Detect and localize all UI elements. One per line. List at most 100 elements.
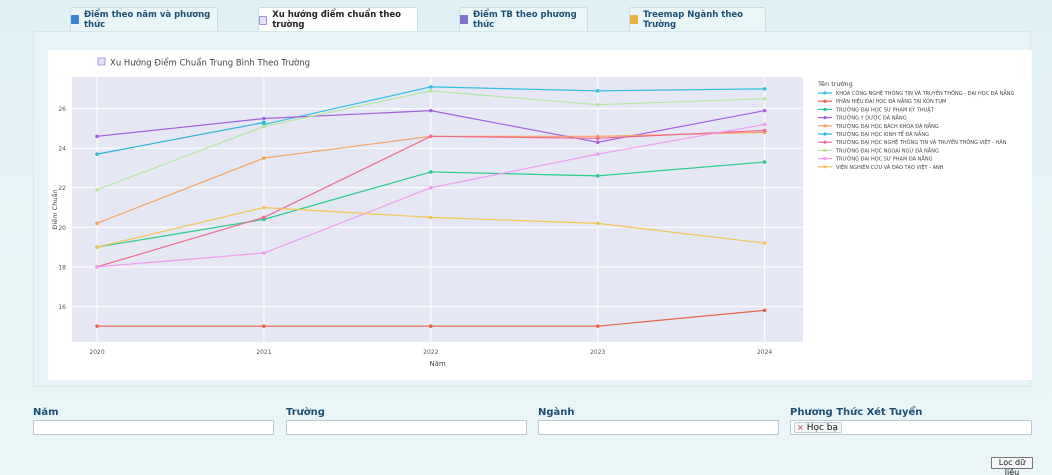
legend-marker (823, 132, 827, 136)
data-point (95, 134, 99, 139)
data-point (95, 221, 99, 226)
data-point (429, 85, 433, 89)
legend-marker (823, 157, 827, 161)
filter-label: Ngành (538, 407, 575, 418)
chart-title: Xu Hướng Điểm Chuẩn Trung Bình Theo Trườ… (110, 58, 310, 69)
y-tick-label: 20 (58, 225, 66, 232)
data-point (762, 122, 767, 127)
treemap-icon (630, 15, 639, 24)
school-select[interactable] (286, 420, 527, 435)
data-point (262, 156, 266, 160)
data-point (762, 241, 767, 245)
year-select[interactable] (33, 420, 274, 435)
data-point (262, 324, 266, 328)
x-tick-label: 2021 (256, 349, 271, 356)
tab-score-by-year-method[interactable]: Điểm theo năm và phương thức (70, 7, 218, 31)
plot-area (72, 77, 803, 342)
tab-bar: Điểm theo năm và phương thức Xu hướng đi… (0, 7, 1052, 32)
legend-item: TRƯỜNG ĐẠI HỌC BÁCH KHOA ĐÀ NẴNG (835, 122, 939, 130)
data-point (762, 87, 767, 91)
filter-label: Năm (33, 407, 59, 418)
line-chart-icon (259, 15, 268, 25)
data-point (262, 215, 266, 220)
tab-treemap[interactable]: Treemap Ngành theo Trường (629, 7, 766, 31)
y-tick-label: 24 (58, 146, 66, 153)
data-point (762, 160, 767, 164)
chart-card: Xu Hướng Điểm Chuẩn Trung Bình Theo Trườ… (48, 50, 1032, 380)
stats-icon (460, 15, 469, 24)
tab-trend-by-school[interactable]: Xu hướng điểm chuẩn theo trường (258, 7, 418, 32)
legend-item: PHÂN HIỆU ĐẠI HỌC ĐÀ NẴNG TẠI KON TUM (836, 97, 946, 105)
y-tick-label: 22 (58, 185, 66, 192)
data-point (762, 96, 767, 101)
tab-label: Xu hướng điểm chuẩn theo trường (272, 10, 401, 30)
selected-chip[interactable]: × Học bạ (794, 422, 843, 433)
tab-avg-by-method[interactable]: Điểm TB theo phương thức (459, 7, 588, 31)
y-tick-label: 26 (58, 106, 66, 113)
legend-item: TRƯỜNG ĐẠI HỌC KINH TẾ ĐÀ NẴNG (835, 130, 929, 138)
tab-label: Treemap Ngành theo Trường (643, 9, 743, 30)
data-point (595, 140, 600, 145)
legend-item: KHOA CÔNG NGHỆ THÔNG TIN VÀ TRUYỀN THÔNG… (836, 89, 1014, 97)
data-point (95, 265, 99, 269)
filter-method: Phương Thức Xét Tuyển × Học bạ (790, 407, 1032, 435)
legend-marker (823, 140, 827, 144)
data-point (429, 324, 433, 328)
data-point (429, 170, 433, 174)
data-point (595, 221, 600, 226)
filter-label: Phương Thức Xét Tuyển (790, 407, 923, 418)
tab-label: Điểm TB theo phương thức (473, 9, 577, 30)
remove-icon[interactable]: × (797, 423, 804, 433)
legend-item: TRƯỜNG Y DƯỢC ĐÀ NẴNG (835, 114, 907, 122)
data-point (762, 128, 767, 133)
legend-item: TRƯỜNG ĐẠI HỌC NGHỆ THÔNG TIN VÀ TRUYỀN … (835, 138, 1007, 146)
legend-item: TRƯỜNG ĐẠI HỌC SƯ PHẠM KỸ THUẬT (835, 106, 935, 113)
data-point (262, 205, 266, 210)
chart-title-icon (97, 57, 106, 66)
x-tick-label: 2024 (757, 349, 772, 356)
filter-label: Trường (286, 407, 325, 418)
data-point (595, 324, 600, 328)
data-point (762, 108, 767, 113)
y-axis-label: Điểm Chuẩn (50, 189, 59, 229)
data-point (429, 215, 433, 220)
data-point (762, 308, 767, 313)
method-select[interactable]: × Học bạ (790, 420, 1032, 435)
data-point (429, 89, 433, 93)
legend-item: TRƯỜNG ĐẠI HỌC SƯ PHẠM ĐÀ NẴNG (835, 155, 933, 163)
major-select[interactable] (538, 420, 779, 435)
line-chart[interactable]: Xu Hướng Điểm Chuẩn Trung Bình Theo Trườ… (48, 50, 1032, 380)
filter-year: Năm (33, 407, 274, 435)
data-point (595, 174, 600, 178)
data-point (262, 120, 266, 125)
y-tick-label: 16 (58, 304, 66, 311)
filter-major: Ngành (538, 407, 779, 435)
x-tick-label: 2020 (89, 349, 104, 356)
data-point (95, 152, 99, 156)
data-point (595, 152, 600, 156)
data-point (262, 116, 266, 121)
legend-marker (823, 165, 827, 169)
legend-marker (823, 116, 827, 120)
x-tick-label: 2023 (590, 349, 605, 356)
data-point (95, 324, 99, 328)
x-axis-label: Năm (429, 360, 446, 368)
data-point (95, 245, 99, 249)
legend-marker (823, 124, 827, 128)
data-point (595, 102, 600, 107)
data-point (429, 134, 433, 139)
data-point (262, 124, 266, 129)
legend-marker (823, 91, 827, 95)
legend-item: VIỆN NGHIÊN CỨU VÀ ĐÀO TẠO VIỆT - ANH (836, 163, 944, 171)
legend-marker (823, 99, 827, 103)
bar-chart-icon (71, 15, 79, 24)
filter-school: Trường (286, 407, 527, 435)
data-point (429, 108, 433, 113)
x-tick-label: 2022 (423, 349, 438, 356)
filter-button[interactable]: Lọc dữ liệu (991, 457, 1033, 475)
data-point (95, 187, 99, 192)
tab-label: Điểm theo năm và phương thức (83, 9, 211, 30)
legend-marker (823, 107, 827, 111)
data-point (595, 89, 600, 93)
data-point (595, 136, 600, 141)
